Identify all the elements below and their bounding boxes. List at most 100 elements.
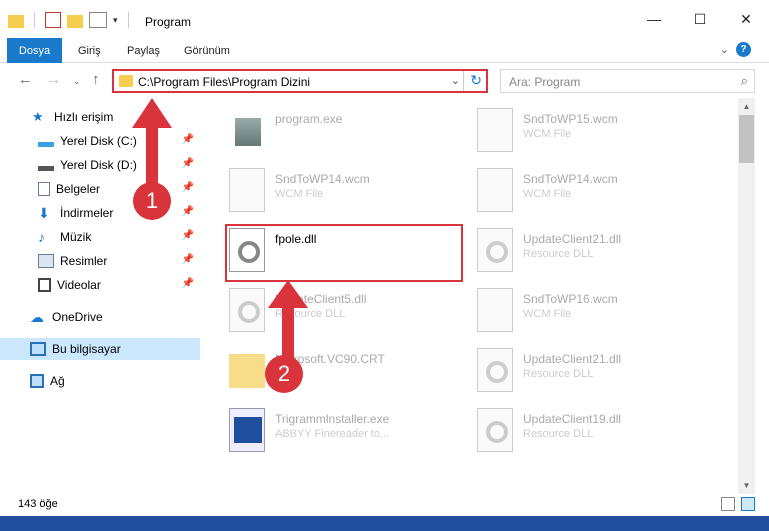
star-icon: ★ xyxy=(32,109,44,124)
separator xyxy=(34,12,35,28)
dll-icon xyxy=(229,288,265,332)
sidebar-item-label: Hızlı erişim xyxy=(54,110,114,124)
music-icon: ♪ xyxy=(38,229,45,245)
forward-button[interactable]: → xyxy=(46,71,61,88)
sidebar-item-network[interactable]: Ağ xyxy=(30,370,200,392)
sidebar-item-this-pc[interactable]: Bu bilgisayar xyxy=(0,338,200,360)
up-button[interactable]: ↑ xyxy=(92,71,100,88)
sidebar-item-quick-access[interactable]: ★ Hızlı erişim xyxy=(32,106,232,128)
folder-icon xyxy=(8,14,24,28)
refresh-icon[interactable]: ↻ xyxy=(470,72,482,89)
ribbon-expand-icon[interactable]: ⌄ xyxy=(720,43,729,56)
sidebar-item-downloads[interactable]: ⬇ İndirmeler 📌 xyxy=(38,202,200,224)
file-type: WCM File xyxy=(523,308,572,320)
gear-icon xyxy=(486,421,508,443)
tiles-view-icon[interactable] xyxy=(741,497,755,511)
computer-icon xyxy=(30,342,46,356)
sidebar-item-onedrive[interactable]: ☁ OneDrive xyxy=(30,306,200,328)
file-name: SndToWP14.wcm xyxy=(523,172,618,186)
pin-icon: 📌 xyxy=(181,206,194,217)
scroll-thumb[interactable] xyxy=(739,115,754,163)
file-item[interactable]: UpdateClient19.dll Resource DLL xyxy=(473,404,713,460)
pin-icon: 📌 xyxy=(181,158,194,169)
sidebar-item-disk-d[interactable]: Yerel Disk (D:) 📌 xyxy=(38,154,200,176)
help-icon[interactable]: ? xyxy=(736,42,751,57)
pictures-icon xyxy=(38,254,54,268)
address-dropdown-icon[interactable]: ⌄ xyxy=(451,74,460,87)
item-count: 143 öğe xyxy=(18,498,58,510)
file-name: SndToWP15.wcm xyxy=(523,112,618,126)
file-item[interactable]: UpdateClient21.dll Resource DLL xyxy=(473,344,713,400)
minimize-button[interactable]: — xyxy=(631,0,677,38)
step-badge-1: 1 xyxy=(133,182,171,220)
cloud-icon: ☁ xyxy=(30,309,44,325)
file-item[interactable]: program.exe xyxy=(225,104,465,160)
file-item[interactable]: SndToWP16.wcm WCM File xyxy=(473,284,713,340)
navigation-bar: ← → ⌄ ↑ C:\Program Files\Program Dizini … xyxy=(0,64,769,98)
network-icon xyxy=(30,374,44,388)
file-item[interactable]: Trigrammlnstaller.exe ABBYY Finereader t… xyxy=(225,404,465,460)
file-type: WCM File xyxy=(523,128,572,140)
file-icon xyxy=(477,108,513,152)
scroll-down-icon[interactable]: ▼ xyxy=(738,477,755,494)
search-placeholder[interactable]: Ara: Program xyxy=(509,75,580,89)
file-name: UpdateClient19.dll xyxy=(523,412,622,426)
title-bar: ▾ Program — ☐ ✕ xyxy=(0,0,769,38)
dll-icon xyxy=(477,228,513,272)
dll-icon xyxy=(477,408,513,452)
sidebar-item-label: Bu bilgisayar xyxy=(52,342,121,356)
close-button[interactable]: ✕ xyxy=(723,0,769,38)
customize-dropdown-icon[interactable]: ▾ xyxy=(113,15,118,26)
properties-icon[interactable] xyxy=(45,12,61,28)
sidebar-item-videos[interactable]: Videolar 📌 xyxy=(38,274,200,296)
pin-icon: 📌 xyxy=(181,182,194,193)
exe-icon xyxy=(229,108,265,152)
file-icon xyxy=(229,168,265,212)
back-button[interactable]: ← xyxy=(18,71,33,88)
file-type: Resource DLL xyxy=(275,308,346,320)
file-type: Resource DLL xyxy=(523,248,594,260)
tab-file[interactable]: Dosya xyxy=(7,38,62,63)
highlight-box xyxy=(225,224,463,282)
sidebar-item-label: Ağ xyxy=(50,374,65,388)
vertical-scrollbar[interactable]: ▲ ▼ xyxy=(738,98,755,494)
sidebar-item-documents[interactable]: Belgeler 📌 xyxy=(38,178,200,200)
view-options-icon[interactable] xyxy=(89,12,107,28)
sidebar-item-pictures[interactable]: Resimler 📌 xyxy=(38,250,200,272)
file-name: program.exe xyxy=(275,112,343,126)
tab-share[interactable]: Paylaş xyxy=(127,38,160,63)
sidebar-item-label: Resimler xyxy=(60,254,108,268)
address-path[interactable]: C:\Program Files\Program Dizini xyxy=(138,75,310,89)
details-view-icon[interactable] xyxy=(721,497,735,511)
search-box[interactable]: Ara: Program ⌕ xyxy=(500,69,755,93)
file-item[interactable]: SndToWP14.wcm WCM File xyxy=(473,164,713,220)
file-type: ABBYY Finereader to... xyxy=(275,428,390,440)
sidebar-item-music[interactable]: ♪ Müzik 📌 xyxy=(38,226,200,248)
window-controls: — ☐ ✕ xyxy=(631,0,769,38)
file-type: Resource DLL xyxy=(523,428,594,440)
sidebar-item-disk-c[interactable]: Yerel Disk (C:) 📌 xyxy=(38,130,200,152)
new-folder-icon[interactable] xyxy=(67,14,83,28)
file-icon xyxy=(477,288,513,332)
pin-icon: 📌 xyxy=(181,230,194,241)
file-item[interactable]: SndToWP14.wcm WCM File xyxy=(225,164,465,220)
file-type: WCM File xyxy=(523,188,572,200)
sidebar-item-label: Belgeler xyxy=(56,182,101,196)
step-badge-2: 2 xyxy=(265,355,303,393)
file-icon xyxy=(477,168,513,212)
file-item[interactable]: SndToWP15.wcm WCM File xyxy=(473,104,713,160)
address-bar[interactable]: C:\Program Files\Program Dizini ⌄ ↻ xyxy=(112,69,488,93)
folder-icon xyxy=(119,75,133,87)
tab-home[interactable]: Giriş xyxy=(78,38,101,63)
recent-dropdown-icon[interactable]: ⌄ xyxy=(73,76,81,87)
file-item[interactable]: Microsoft.VC90.CRT xyxy=(225,344,465,400)
maximize-button[interactable]: ☐ xyxy=(677,0,723,38)
file-item[interactable]: UpdateClient5.dll Resource DLL xyxy=(225,284,465,340)
scroll-up-icon[interactable]: ▲ xyxy=(738,98,755,115)
window-title: Program xyxy=(145,15,192,29)
download-icon: ⬇ xyxy=(38,205,50,221)
file-item[interactable]: UpdateClient21.dll Resource DLL xyxy=(473,224,713,280)
tab-view[interactable]: Görünüm xyxy=(184,38,230,63)
file-name: Trigrammlnstaller.exe xyxy=(275,412,390,426)
installer-icon xyxy=(229,408,265,452)
